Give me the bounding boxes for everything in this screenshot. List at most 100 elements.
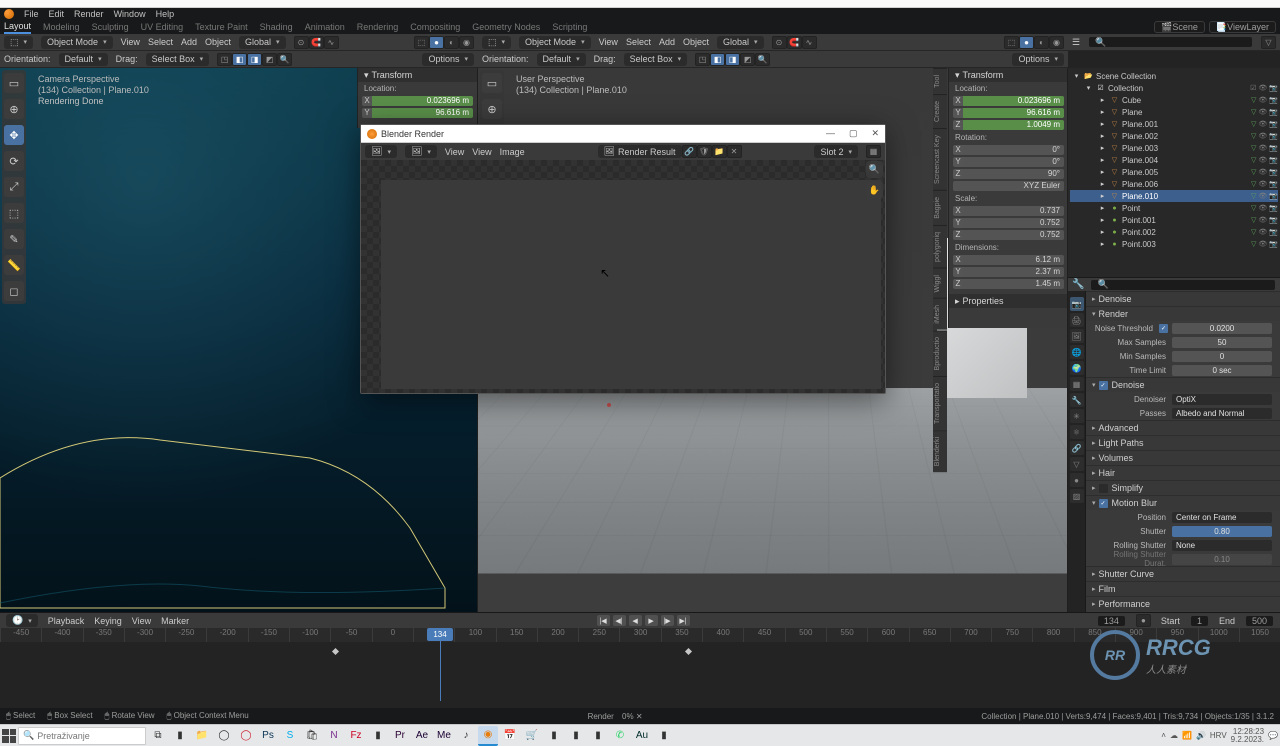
- viewlayer-selector[interactable]: 📑 ViewLayer: [1209, 21, 1276, 33]
- outliner-item[interactable]: ▸▽Plane.002▽👁📷: [1070, 130, 1278, 142]
- viewL-menu-object[interactable]: Object: [205, 37, 231, 47]
- denoiser-select[interactable]: OptiX: [1172, 394, 1272, 405]
- min-samples-field[interactable]: 0: [1172, 351, 1272, 362]
- onenote-icon[interactable]: N: [324, 726, 344, 746]
- tool-scale[interactable]: ⤢: [4, 177, 24, 197]
- ptab-texture[interactable]: ▨: [1070, 489, 1084, 503]
- prev-key-icon[interactable]: ◀|: [613, 615, 626, 626]
- lang-indicator[interactable]: HRV: [1210, 731, 1227, 740]
- outliner-item[interactable]: ▸▽Plane.010▽👁📷: [1070, 190, 1278, 202]
- ws-uvediting[interactable]: UV Editing: [141, 22, 184, 32]
- ws-rendering[interactable]: Rendering: [357, 22, 399, 32]
- ptab-output[interactable]: 🖨: [1070, 313, 1084, 327]
- viewR-menu-object[interactable]: Object: [683, 37, 709, 47]
- close-image-icon[interactable]: ✕: [727, 145, 742, 158]
- mediaencoder-icon[interactable]: Me: [434, 726, 454, 746]
- viewL-menu-select[interactable]: Select: [148, 37, 173, 47]
- locR-y[interactable]: 96.616 m: [963, 108, 1064, 118]
- outliner-item[interactable]: ▸●Point.001▽👁📷: [1070, 214, 1278, 226]
- shade-wire-icon[interactable]: ⬚: [414, 36, 429, 49]
- photoshop-icon[interactable]: Ps: [258, 726, 278, 746]
- outliner-item[interactable]: ▸▽Plane.005▽👁📷: [1070, 166, 1278, 178]
- tiktok-icon[interactable]: ♪: [456, 726, 476, 746]
- notification-icon[interactable]: 💬: [1268, 731, 1278, 740]
- outliner-type-icon[interactable]: ☰: [1072, 37, 1080, 48]
- menu-edit[interactable]: Edit: [49, 9, 65, 19]
- image-editor-type[interactable]: 🖼: [365, 145, 397, 158]
- popup-menu-image[interactable]: Image: [500, 147, 525, 157]
- ptab-modifier[interactable]: 🔧: [1070, 393, 1084, 407]
- outliner-item[interactable]: ▸●Point.003▽👁📷: [1070, 238, 1278, 250]
- playhead[interactable]: 134: [427, 628, 453, 641]
- drag-select-L[interactable]: Select Box: [146, 53, 210, 66]
- tool-move[interactable]: ✥: [4, 125, 24, 145]
- options-R[interactable]: Options: [1012, 53, 1064, 66]
- scene-selector[interactable]: 🎬 Scene: [1154, 21, 1205, 33]
- tool-addcube[interactable]: ◻: [4, 281, 24, 301]
- ptab-material[interactable]: ●: [1070, 473, 1084, 487]
- editor-type-R[interactable]: ⬚: [482, 36, 511, 49]
- shade-matprev-icon[interactable]: ◐: [444, 36, 459, 49]
- tray-up-icon[interactable]: ˄: [1161, 731, 1166, 740]
- tool-transform[interactable]: ⬚: [4, 203, 24, 223]
- play-rev-icon[interactable]: ◀: [629, 615, 642, 626]
- onedrive-icon[interactable]: ☁: [1170, 731, 1178, 740]
- taskbar-app-icon[interactable]: ▮: [170, 726, 190, 746]
- props-search[interactable]: 🔍: [1090, 279, 1276, 291]
- tl-playback[interactable]: Playback: [48, 616, 85, 626]
- end-frame-field[interactable]: 500: [1245, 615, 1274, 627]
- tool-annotate[interactable]: ✎: [4, 229, 24, 249]
- filezilla-icon[interactable]: Fz: [346, 726, 366, 746]
- auto-key-icon[interactable]: ●: [1136, 614, 1151, 627]
- keyframe-marker[interactable]: [332, 648, 339, 655]
- popup-menu-view[interactable]: View: [445, 147, 464, 157]
- ptab-physics[interactable]: ⚛: [1070, 425, 1084, 439]
- play-icon[interactable]: ▶: [645, 615, 658, 626]
- filter-icon[interactable]: ▽: [1261, 36, 1276, 49]
- ws-animation[interactable]: Animation: [305, 22, 345, 32]
- passes-select[interactable]: Albedo and Normal: [1172, 408, 1272, 419]
- ws-geonodes[interactable]: Geometry Nodes: [472, 22, 540, 32]
- outliner-item[interactable]: ▸▽Plane.003▽👁📷: [1070, 142, 1278, 154]
- ptab-object[interactable]: ▦: [1070, 377, 1084, 391]
- app-icon[interactable]: ▮: [588, 726, 608, 746]
- next-key-icon[interactable]: |▶: [661, 615, 674, 626]
- ws-shading[interactable]: Shading: [260, 22, 293, 32]
- outliner-item[interactable]: ▸▽Plane.001▽👁📷: [1070, 118, 1278, 130]
- pan-icon[interactable]: ✋: [866, 182, 883, 199]
- folder-icon[interactable]: 📁: [712, 145, 727, 158]
- viewR-menu-view[interactable]: View: [599, 37, 618, 47]
- ptab-constraint[interactable]: 🔗: [1070, 441, 1084, 455]
- orientation-select-L[interactable]: Default: [59, 53, 108, 66]
- app-icon[interactable]: ▮: [368, 726, 388, 746]
- timeline-type-icon[interactable]: 🕑: [6, 614, 38, 627]
- tl-keying[interactable]: Keying: [94, 616, 122, 626]
- mb-position-select[interactable]: Center on Frame: [1172, 512, 1272, 523]
- max-samples-field[interactable]: 50: [1172, 337, 1272, 348]
- ws-texturepaint[interactable]: Texture Paint: [195, 22, 248, 32]
- shutter-field[interactable]: 0.80: [1172, 526, 1272, 537]
- outliner-item[interactable]: ▸●Point.002▽👁📷: [1070, 226, 1278, 238]
- render-window[interactable]: Blender Render — ▢ ✕ 🖼 🖼 View View Image…: [360, 124, 886, 394]
- orient-L[interactable]: Global: [239, 36, 286, 49]
- editor-type-L[interactable]: ⬚: [4, 36, 33, 49]
- shade-solid-icon[interactable]: ●: [429, 36, 444, 49]
- ws-layout[interactable]: Layout: [4, 21, 31, 34]
- link-icon[interactable]: 🔗: [682, 145, 697, 158]
- locL-x[interactable]: 0.023696 m: [372, 96, 473, 106]
- tool-measure[interactable]: 📏: [4, 255, 24, 275]
- ws-modeling[interactable]: Modeling: [43, 22, 80, 32]
- menu-help[interactable]: Help: [156, 9, 175, 19]
- timeline[interactable]: 🕑 Playback Keying View Marker |◀ ◀| ◀ ▶ …: [0, 612, 1280, 708]
- rolling-shutter-select[interactable]: None: [1172, 540, 1272, 551]
- shield-icon[interactable]: 🛡: [697, 145, 712, 158]
- jump-end-icon[interactable]: ▶|: [677, 615, 690, 626]
- locL-y[interactable]: 96.616 m: [372, 108, 473, 118]
- explorer-icon[interactable]: 📁: [192, 726, 212, 746]
- maximize-icon[interactable]: ▢: [849, 128, 858, 139]
- viewL-menu-add[interactable]: Add: [181, 37, 197, 47]
- menu-file[interactable]: File: [24, 9, 39, 19]
- locR-z[interactable]: 1.0049 m: [963, 120, 1064, 130]
- cancel-render-icon[interactable]: ✕: [636, 712, 643, 721]
- menu-window[interactable]: Window: [114, 9, 146, 19]
